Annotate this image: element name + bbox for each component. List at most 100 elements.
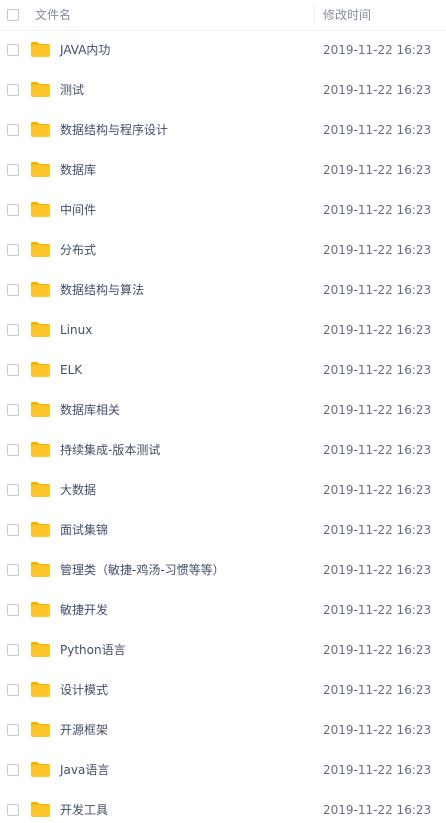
row-checkbox[interactable] [7,84,19,96]
file-rows: JAVA内功 2019-11-22 16:23 测试 2019-11-22 16:23… [0,30,446,823]
folder-icon[interactable] [30,81,51,98]
folder-icon[interactable] [30,241,51,258]
folder-icon[interactable] [30,681,51,698]
folder-icon[interactable] [30,481,51,498]
file-name[interactable]: 开源框架 [60,710,108,750]
folder-icon[interactable] [30,161,51,178]
column-header-modified-time[interactable]: 修改时间 [323,0,371,30]
file-row[interactable]: 设计模式 2019-11-22 16:23 [0,670,446,710]
row-checkbox[interactable] [7,724,19,736]
row-checkbox[interactable] [7,644,19,656]
file-row[interactable]: 开源框架 2019-11-22 16:23 [0,710,446,750]
modified-time: 2019-11-22 16:23 [323,123,432,137]
row-checkbox[interactable] [7,124,19,136]
folder-icon[interactable] [30,321,51,338]
folder-icon[interactable] [30,641,51,658]
file-name[interactable]: 持续集成-版本测试 [60,430,160,470]
folder-icon[interactable] [30,721,51,738]
folder-icon[interactable] [30,281,51,298]
row-checkbox[interactable] [7,684,19,696]
row-checkbox[interactable] [7,444,19,456]
file-row[interactable]: 数据库相关 2019-11-22 16:23 [0,390,446,430]
select-all-checkbox[interactable] [7,9,19,21]
file-name[interactable]: 数据库相关 [60,390,120,430]
row-checkbox[interactable] [7,804,19,816]
modified-time: 2019-11-22 16:23 [323,403,432,417]
modified-time: 2019-11-22 16:23 [323,163,432,177]
modified-time: 2019-11-22 16:23 [323,203,432,217]
modified-time: 2019-11-22 16:23 [323,323,432,337]
file-row[interactable]: 敏捷开发 2019-11-22 16:23 [0,590,446,630]
row-checkbox[interactable] [7,604,19,616]
file-name[interactable]: ELK [60,350,82,390]
row-checkbox[interactable] [7,44,19,56]
file-name[interactable]: 开发工具 [60,790,108,823]
row-checkbox[interactable] [7,164,19,176]
folder-icon[interactable] [30,41,51,58]
file-row[interactable]: 中间件 2019-11-22 16:23 [0,190,446,230]
file-name[interactable]: 敏捷开发 [60,590,108,630]
file-row[interactable]: 数据库 2019-11-22 16:23 [0,150,446,190]
file-name[interactable]: 测试 [60,70,84,110]
file-row[interactable]: 分布式 2019-11-22 16:23 [0,230,446,270]
row-checkbox[interactable] [7,484,19,496]
file-name[interactable]: Python语言 [60,630,126,670]
file-name[interactable]: JAVA内功 [60,30,110,70]
row-checkbox[interactable] [7,764,19,776]
modified-time: 2019-11-22 16:23 [323,43,432,57]
file-name[interactable]: Linux [60,310,92,350]
row-checkbox[interactable] [7,204,19,216]
file-name[interactable]: 分布式 [60,230,96,270]
list-header: 文件名 修改时间 [0,0,446,31]
file-row[interactable]: 数据结构与算法 2019-11-22 16:23 [0,270,446,310]
row-checkbox[interactable] [7,564,19,576]
modified-time: 2019-11-22 16:23 [323,363,432,377]
folder-icon[interactable] [30,601,51,618]
file-row[interactable]: ELK 2019-11-22 16:23 [0,350,446,390]
file-name[interactable]: 管理类（敏捷-鸡汤-习惯等等） [60,550,225,590]
folder-icon[interactable] [30,801,51,818]
row-checkbox[interactable] [7,244,19,256]
file-row[interactable]: Python语言 2019-11-22 16:23 [0,630,446,670]
file-list: 文件名 修改时间 JAVA内功 2019-11-22 16:23 测试 2019-11… [0,0,446,823]
file-row[interactable]: 测试 2019-11-22 16:23 [0,70,446,110]
folder-icon[interactable] [30,121,51,138]
file-row[interactable]: 开发工具 2019-11-22 16:23 [0,790,446,823]
column-header-filename[interactable]: 文件名 [35,0,71,30]
folder-icon[interactable] [30,361,51,378]
file-row[interactable]: 数据结构与程序设计 2019-11-22 16:23 [0,110,446,150]
file-name[interactable]: 数据结构与程序设计 [60,110,168,150]
file-name[interactable]: 中间件 [60,190,96,230]
row-checkbox[interactable] [7,284,19,296]
folder-icon[interactable] [30,201,51,218]
file-row[interactable]: 持续集成-版本测试 2019-11-22 16:23 [0,430,446,470]
modified-time: 2019-11-22 16:23 [323,603,432,617]
file-row[interactable]: Java语言 2019-11-22 16:23 [0,750,446,790]
modified-time: 2019-11-22 16:23 [323,483,432,497]
folder-icon[interactable] [30,561,51,578]
modified-time: 2019-11-22 16:23 [323,723,432,737]
row-checkbox[interactable] [7,324,19,336]
column-divider[interactable] [314,4,315,26]
folder-icon[interactable] [30,441,51,458]
modified-time: 2019-11-22 16:23 [323,83,432,97]
file-name[interactable]: 大数据 [60,470,96,510]
file-name[interactable]: 数据结构与算法 [60,270,144,310]
folder-icon[interactable] [30,401,51,418]
file-name[interactable]: 面试集锦 [60,510,108,550]
file-row[interactable]: JAVA内功 2019-11-22 16:23 [0,30,446,70]
row-checkbox[interactable] [7,524,19,536]
file-row[interactable]: 面试集锦 2019-11-22 16:23 [0,510,446,550]
modified-time: 2019-11-22 16:23 [323,803,432,817]
row-checkbox[interactable] [7,364,19,376]
row-checkbox[interactable] [7,404,19,416]
folder-icon[interactable] [30,521,51,538]
file-name[interactable]: 数据库 [60,150,96,190]
file-row[interactable]: 管理类（敏捷-鸡汤-习惯等等） 2019-11-22 16:23 [0,550,446,590]
file-row[interactable]: Linux 2019-11-22 16:23 [0,310,446,350]
folder-icon[interactable] [30,761,51,778]
modified-time: 2019-11-22 16:23 [323,763,432,777]
file-row[interactable]: 大数据 2019-11-22 16:23 [0,470,446,510]
file-name[interactable]: 设计模式 [60,670,108,710]
file-name[interactable]: Java语言 [60,750,109,790]
